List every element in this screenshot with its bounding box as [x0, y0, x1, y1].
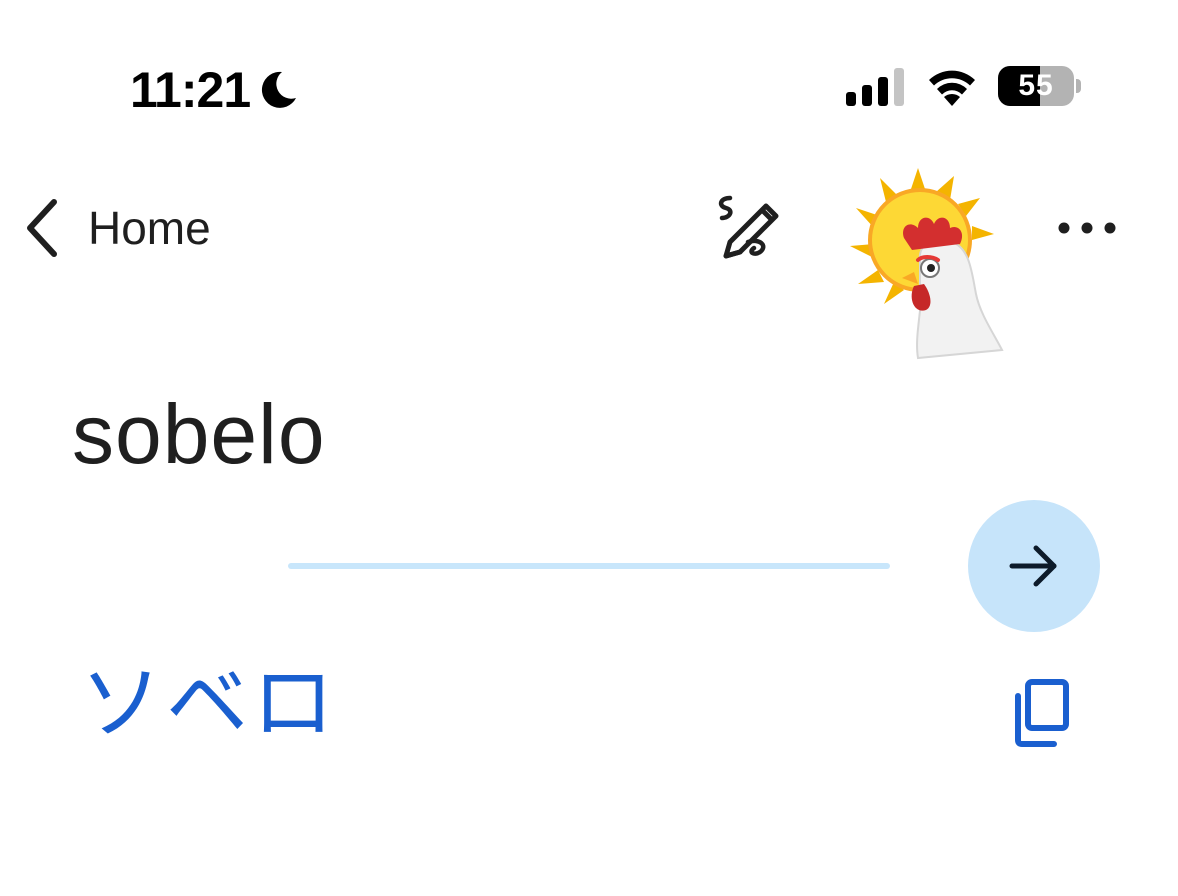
source-text[interactable]: sobelo — [72, 386, 326, 482]
back-button[interactable]: Home — [20, 190, 211, 266]
more-horizontal-icon[interactable] — [1050, 200, 1126, 256]
go-button[interactable] — [968, 500, 1100, 632]
status-bar: 11:21 55 — [0, 0, 1178, 140]
battery-body: 55 — [998, 66, 1074, 106]
cellular-signal-icon — [846, 68, 904, 106]
back-label: Home — [88, 202, 211, 254]
handwriting-pen-icon[interactable] — [708, 190, 788, 266]
translation-text[interactable]: ソベロ — [80, 654, 338, 754]
status-time: 11:21 — [130, 62, 251, 118]
battery-nub — [1076, 79, 1081, 93]
battery-level: 55 — [1018, 69, 1054, 102]
divider-line — [288, 563, 890, 569]
arrow-right-icon — [1009, 545, 1057, 587]
copy-icon[interactable] — [1000, 672, 1080, 752]
battery-indicator: 55 — [998, 66, 1082, 108]
wifi-icon — [929, 70, 975, 106]
chevron-left-icon — [27, 199, 57, 257]
moon-icon — [261, 71, 296, 108]
sun-rooster-avatar[interactable] — [848, 164, 1006, 364]
